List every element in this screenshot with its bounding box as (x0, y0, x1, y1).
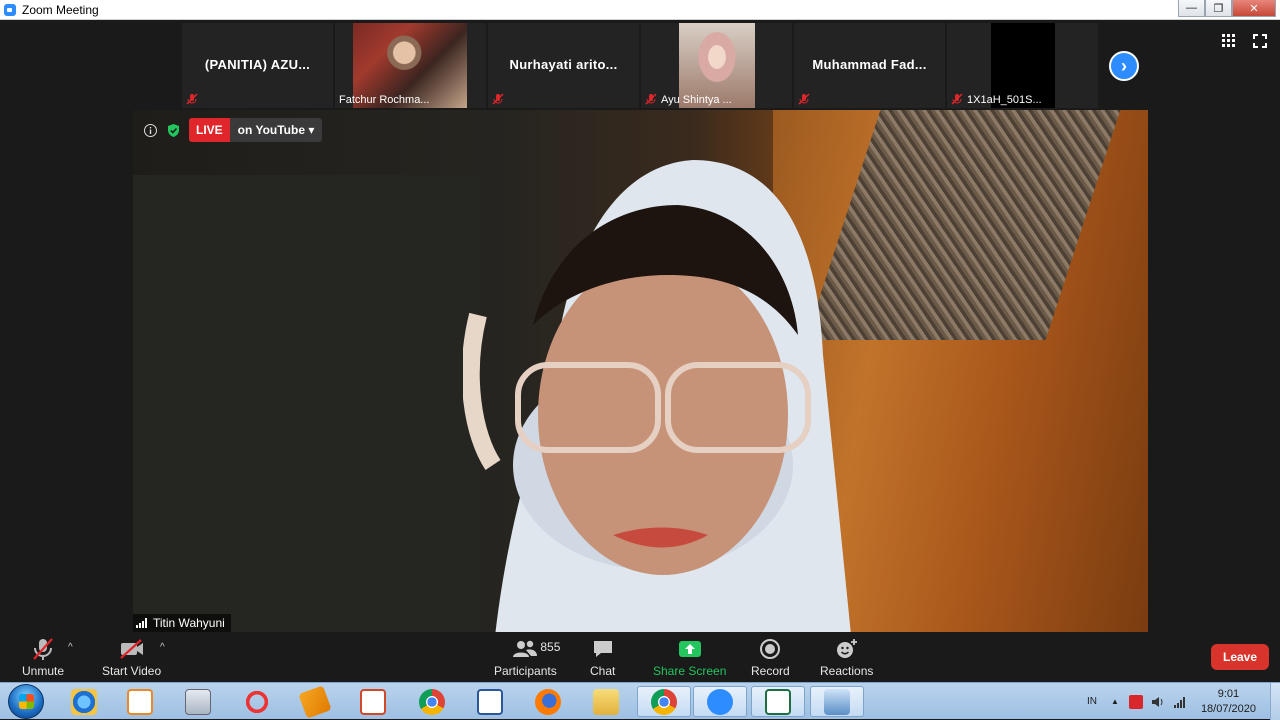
active-speaker-video: LIVE on YouTube ▾ Titin Wahyuni (133, 110, 1148, 632)
speaker-name-tag: Titin Wahyuni (133, 614, 231, 632)
leave-meeting-button[interactable]: Leave (1211, 644, 1269, 670)
unmute-button[interactable]: Unmute (22, 636, 64, 678)
reactions-button[interactable]: Reactions (820, 636, 873, 678)
participant-name: Nurhayati arito... (509, 57, 618, 72)
reactions-icon (836, 639, 857, 658)
stream-target: on YouTube ▾ (237, 123, 315, 137)
participant-tile[interactable]: Nurhayati arito... (488, 23, 639, 108)
participants-button[interactable]: 855 Participants (494, 636, 561, 678)
internet-explorer-icon[interactable] (57, 686, 111, 717)
clock-date: 18/07/2020 (1200, 702, 1256, 715)
start-video-button[interactable]: Start Video (102, 636, 161, 678)
signal-strength-icon (136, 618, 147, 628)
next-page-button[interactable]: › (1109, 51, 1139, 81)
participant-count: 855 (540, 640, 561, 654)
language-indicator[interactable]: IN (1087, 696, 1097, 707)
participant-tile[interactable]: Fatchur Rochma... (335, 23, 486, 108)
app-icon[interactable] (230, 686, 284, 717)
word-icon[interactable] (463, 686, 517, 717)
participant-name: Muhammad Fad... (812, 57, 927, 72)
muted-mic-icon (492, 93, 504, 105)
video-options-caret[interactable]: ^ (160, 642, 165, 653)
participant-tile[interactable]: 1X1aH_501S... (947, 23, 1098, 108)
minimize-button[interactable]: — (1178, 0, 1205, 17)
antivirus-icon[interactable] (1128, 694, 1143, 709)
participant-name: Ayu Shintya ... (661, 94, 732, 106)
live-stream-badge[interactable]: LIVE on YouTube ▾ (189, 118, 323, 142)
chrome-active-icon[interactable] (637, 686, 691, 717)
media-player-icon[interactable] (113, 686, 167, 717)
chat-icon (593, 641, 612, 657)
remote-desktop-icon[interactable] (810, 686, 864, 717)
chrome-icon[interactable] (405, 686, 459, 717)
zoom-app-icon (4, 3, 16, 16)
background-panel (133, 175, 478, 632)
network-signal-icon[interactable] (1173, 695, 1187, 709)
meeting-toolbar: Unmute ^ Start Video ^ 855 Participants … (0, 632, 1280, 682)
excel-icon[interactable] (751, 686, 805, 717)
muted-mic-icon (186, 93, 198, 105)
file-explorer-icon[interactable] (579, 686, 633, 717)
firefox-icon[interactable] (521, 686, 575, 717)
record-icon (760, 639, 781, 659)
show-desktop-button[interactable] (1270, 683, 1280, 720)
close-button[interactable]: ✕ (1232, 0, 1276, 17)
clock-time: 9:01 (1217, 687, 1240, 700)
muted-mic-icon (798, 93, 810, 105)
system-clock[interactable]: 9:01 18/07/2020 (1201, 687, 1256, 717)
muted-mic-icon (645, 93, 657, 105)
video-off-icon (119, 639, 143, 659)
live-label: LIVE (189, 118, 230, 142)
restore-button[interactable]: ❐ (1205, 0, 1232, 17)
meeting-stage: (PANITIA) AZU... Fatchur Rochma... Nurha… (0, 20, 1280, 632)
encryption-shield-icon[interactable] (166, 123, 181, 138)
participant-tile[interactable]: (PANITIA) AZU... (182, 23, 333, 108)
participants-icon (513, 640, 538, 657)
muted-mic-icon (951, 93, 963, 105)
window-controls: — ❐ ✕ (1178, 0, 1276, 18)
share-screen-icon (678, 641, 701, 657)
calculator-icon[interactable] (171, 686, 225, 717)
gallery-view-icon[interactable] (1222, 34, 1235, 47)
show-hidden-icons[interactable]: ▲ (1111, 697, 1119, 706)
zoom-taskbar-icon[interactable] (693, 686, 747, 717)
participant-tile[interactable]: Ayu Shintya ... (641, 23, 792, 108)
meeting-info-bar: LIVE on YouTube ▾ (143, 118, 323, 142)
audio-options-caret[interactable]: ^ (68, 642, 73, 653)
fullscreen-icon[interactable] (1253, 34, 1267, 48)
title-bar: Zoom Meeting — ❐ ✕ (0, 0, 1280, 20)
app-icon[interactable] (288, 684, 342, 719)
system-tray: IN ▲ 9:01 18/07/2020 (1087, 683, 1280, 720)
share-screen-button[interactable]: Share Screen (653, 636, 726, 678)
chevron-right-icon: › (1121, 55, 1127, 76)
speaker-name: Titin Wahyuni (153, 616, 225, 630)
volume-icon[interactable] (1151, 695, 1165, 709)
window-title: Zoom Meeting (22, 2, 99, 17)
powerpoint-icon[interactable] (346, 686, 400, 717)
muted-mic-icon (33, 638, 53, 660)
info-icon[interactable] (143, 123, 158, 138)
speaker-silhouette (463, 160, 851, 632)
participant-strip: (PANITIA) AZU... Fatchur Rochma... Nurha… (182, 23, 1098, 108)
participant-name: (PANITIA) AZU... (204, 57, 311, 72)
windows-taskbar: IN ▲ 9:01 18/07/2020 (0, 682, 1280, 720)
participant-name: Fatchur Rochma... (339, 94, 430, 106)
participant-name: 1X1aH_501S... (967, 94, 1042, 106)
participant-tile[interactable]: Muhammad Fad... (794, 23, 945, 108)
record-button[interactable]: Record (751, 636, 790, 678)
chevron-down-icon: ▾ (308, 123, 315, 137)
chat-button[interactable]: Chat (590, 636, 615, 678)
start-button[interactable] (8, 684, 44, 719)
